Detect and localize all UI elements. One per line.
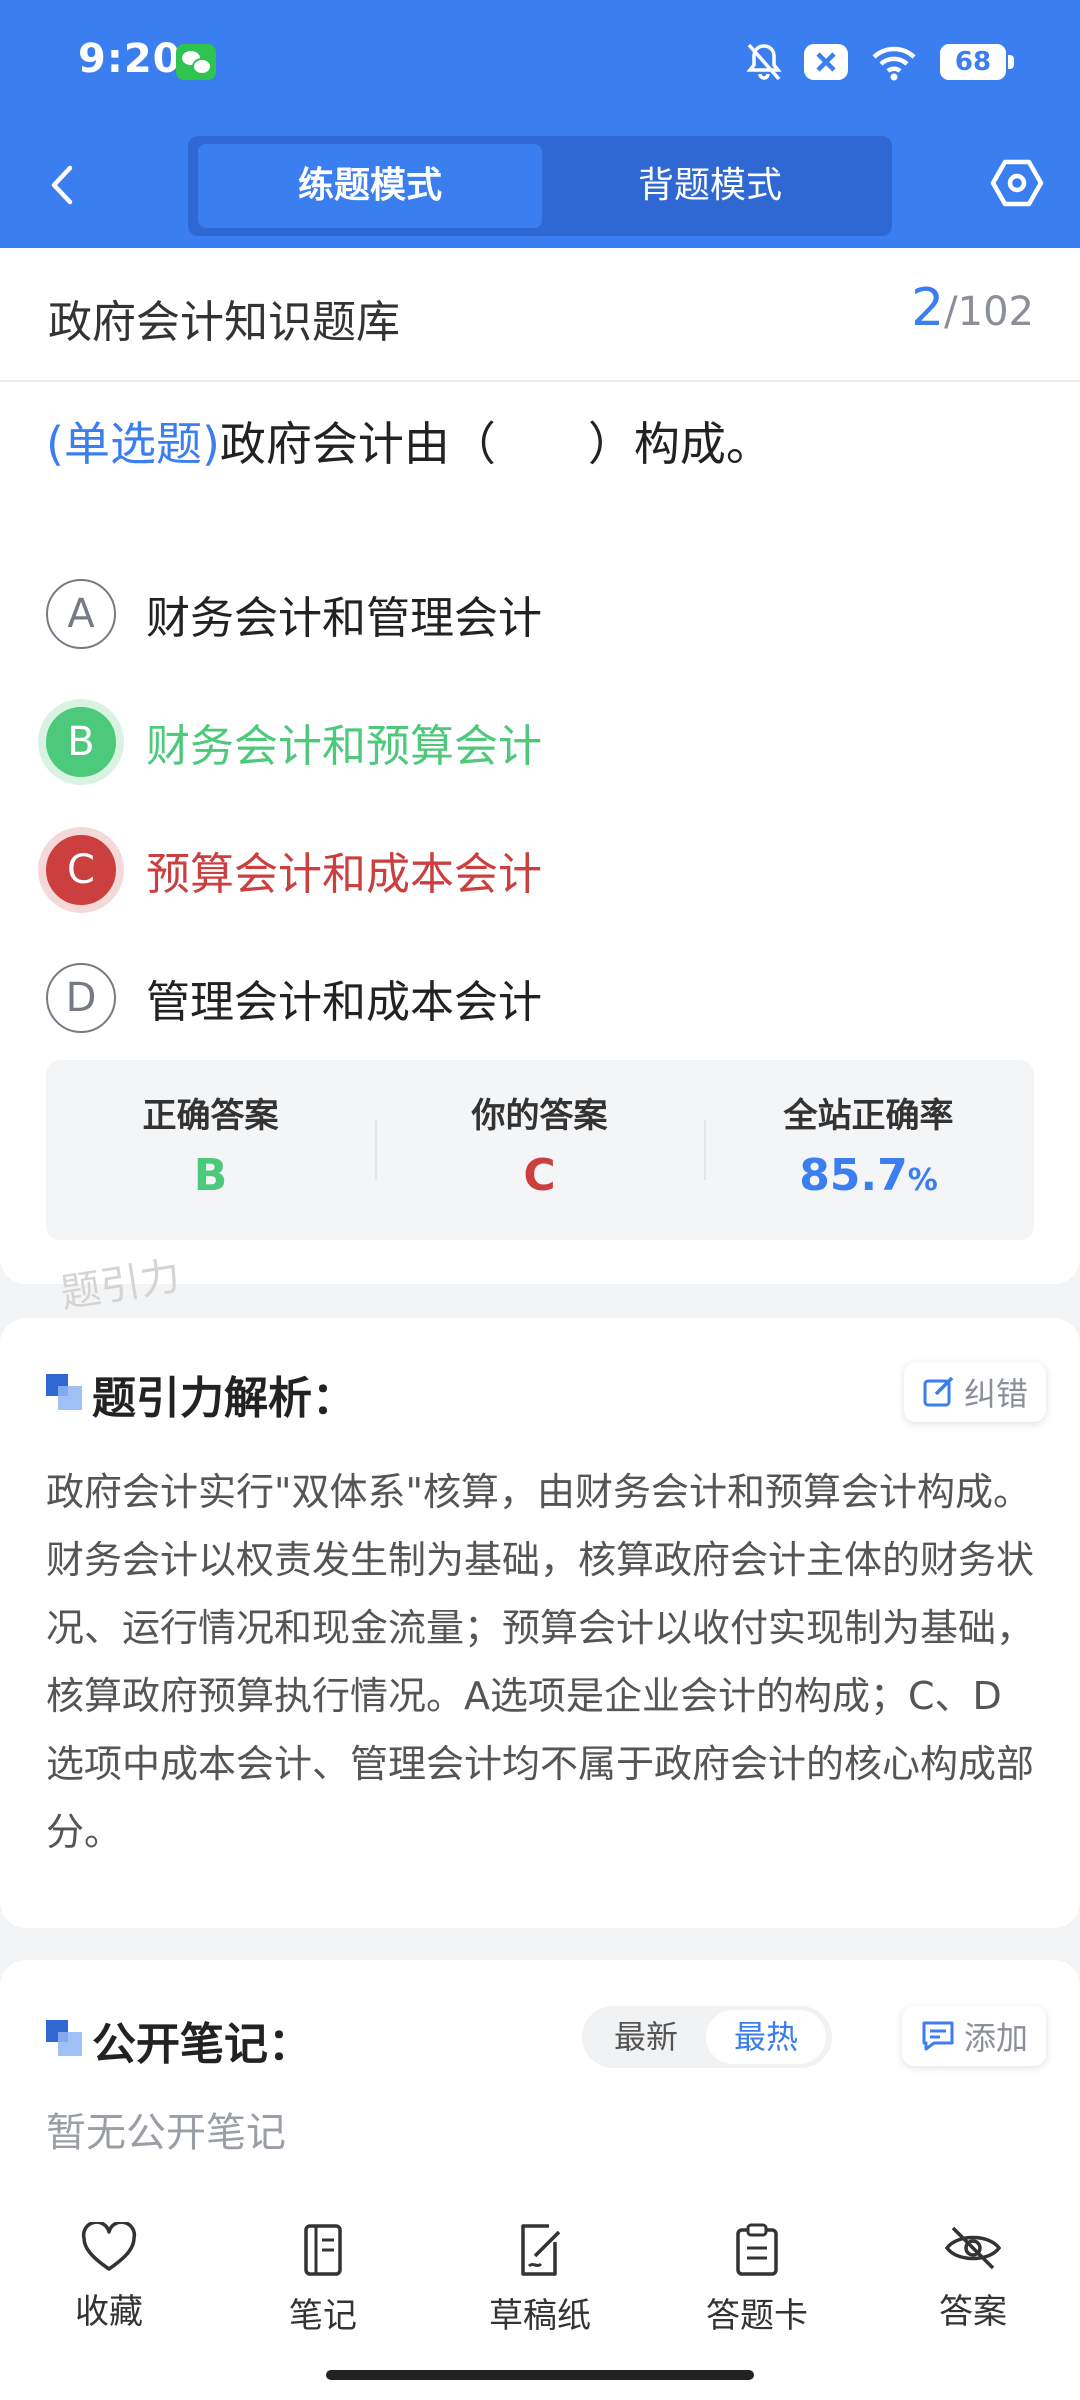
report-error-button[interactable]: 纠错 [903,1362,1046,1422]
option-letter: B [46,707,116,777]
sort-hottest[interactable]: 最热 [706,2010,826,2064]
nav-label: 笔记 [289,2296,357,2336]
question-card: 政府会计知识题库 2/102 (单选题)政府会计由（ ）构成。 A 财务会计和管… [0,248,1080,1284]
home-indicator[interactable] [326,2370,754,2380]
notes-title: 公开笔记： [92,2019,312,2070]
analysis-title: 题引力解析： [92,1373,356,1424]
answer-sheet-button[interactable]: 答题卡 [672,2222,842,2342]
correct-answer-value: B [193,1150,228,1201]
your-answer-stat: 你的答案 C [375,1060,704,1240]
public-notes-card: 公开笔记： 最新 最热 添加 暂无公开笔记 [0,1960,1080,2200]
show-answer-button[interactable]: 答案 [888,2222,1058,2342]
notebook-icon [304,2224,342,2276]
section-marker-icon [46,1374,82,1410]
gear-icon [990,159,1044,207]
close-notification-icon [804,44,848,80]
progress-current: 2 [911,278,945,338]
section-marker-icon [46,2020,82,2056]
question-bank-title: 政府会计知识题库 [48,297,400,348]
option-c[interactable]: C 预算会计和成本会计 [46,830,542,910]
question-type-label: (单选题) [46,417,220,471]
tab-practice-mode[interactable]: 练题模式 [198,144,542,228]
question-text: 政府会计由（ ）构成。 [219,417,772,471]
accuracy-rate-stat: 全站正确率 85.7% [704,1060,1033,1240]
empty-notes-text: 暂无公开笔记 [46,2110,286,2156]
option-text: 管理会计和成本会计 [146,977,542,1028]
option-a[interactable]: A 财务会计和管理会计 [46,574,542,654]
comment-icon [922,2021,954,2051]
answer-stats-panel: 正确答案 B 你的答案 C 全站正确率 85.7% [46,1060,1034,1240]
option-b[interactable]: B 财务会计和预算会计 [46,702,542,782]
accuracy-rate-label: 全站正确率 [783,1096,954,1136]
mode-switch: 练题模式 背题模式 [188,136,892,236]
add-note-label: 添加 [963,2019,1028,2057]
wechat-notification-icon [176,44,216,80]
nav-label: 收藏 [75,2292,143,2332]
status-icons: 68 [746,38,1014,86]
your-answer-label: 你的答案 [471,1096,608,1136]
clipboard-icon [736,2223,778,2276]
chevron-left-icon [51,165,73,205]
favorite-button[interactable]: 收藏 [24,2222,194,2342]
option-letter: D [46,963,116,1033]
divider [0,380,1080,382]
report-error-label: 纠错 [963,1375,1028,1413]
option-text: 财务会计和管理会计 [146,593,542,644]
question-progress: 2/102 [911,278,1034,338]
nav-label: 答案 [939,2292,1007,2332]
option-d[interactable]: D 管理会计和成本会计 [46,958,542,1038]
option-letter: A [46,579,116,649]
progress-total: /102 [944,289,1034,335]
correct-answer-stat: 正确答案 B [46,1060,375,1240]
nav-label: 答题卡 [706,2296,808,2336]
tab-memorize-mode[interactable]: 背题模式 [538,144,882,228]
your-answer-value: C [523,1150,556,1201]
option-text: 预算会计和成本会计 [146,849,542,900]
status-time: 9:20 [78,36,182,82]
draft-icon [521,2224,561,2276]
settings-button[interactable] [990,156,1044,210]
add-note-button[interactable]: 添加 [901,2006,1046,2066]
sort-latest[interactable]: 最新 [586,2006,706,2068]
back-button[interactable] [40,160,90,210]
eye-off-icon [944,2226,1002,2270]
top-header: 9:20 68 练题模式 背题模式 [0,0,1080,248]
option-letter: C [46,835,116,905]
accuracy-rate-value: 85.7% [704,1150,1033,1201]
wifi-icon [870,43,918,81]
accuracy-rate-number: 85.7 [799,1150,908,1201]
draft-paper-button[interactable]: 草稿纸 [455,2222,625,2342]
notes-button[interactable]: 笔记 [238,2222,408,2342]
edit-icon [923,1376,954,1407]
correct-answer-label: 正确答案 [142,1096,279,1136]
nav-label: 草稿纸 [489,2296,591,2336]
accuracy-rate-unit: % [907,1163,938,1198]
heart-icon [81,2222,137,2271]
analysis-card: 题引力解析： 纠错 政府会计实行"双体系"核算，由财务会计和预算会计构成。财务会… [0,1318,1080,1928]
option-text: 财务会计和预算会计 [146,721,542,772]
battery-indicator: 68 [940,44,1014,80]
analysis-text: 政府会计实行"双体系"核算，由财务会计和预算会计构成。财务会计以权责发生制为基础… [46,1470,1035,1854]
question-stem: (单选题)政府会计由（ ）构成。 [46,408,772,474]
bell-off-icon [746,42,782,82]
notes-sort-toggle: 最新 最热 [582,2006,832,2068]
